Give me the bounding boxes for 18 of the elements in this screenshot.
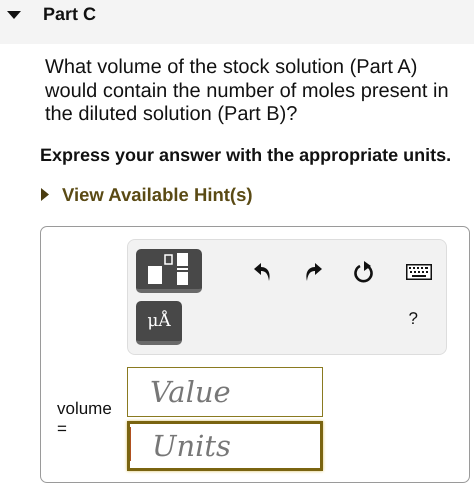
hint-link[interactable]: View Available Hint(s) [62,184,253,206]
units-field[interactable]: Units [127,420,323,470]
expand-arrow-icon[interactable] [41,188,49,201]
question-text: What volume of the stock solution (Part A) would contain the number of moles present in the diluted solution (Part B)? [45,56,450,126]
part-title: Part C [43,3,96,25]
help-button[interactable]: ? [408,308,418,328]
collapse-arrow-icon[interactable] [7,10,21,20]
answer-label: volume [57,398,113,418]
instruction-text: Express your answer with the appropriate units. [40,144,452,166]
reset-icon[interactable] [354,260,374,282]
text-cursor [130,426,131,460]
units-button[interactable]: μÅ [136,300,182,344]
redo-icon[interactable] [304,262,322,282]
templates-button[interactable] [136,248,202,292]
equals-sign: = [57,418,68,438]
keyboard-icon[interactable] [406,264,432,280]
value-field[interactable]: Value [127,366,323,416]
undo-icon[interactable] [254,262,272,282]
